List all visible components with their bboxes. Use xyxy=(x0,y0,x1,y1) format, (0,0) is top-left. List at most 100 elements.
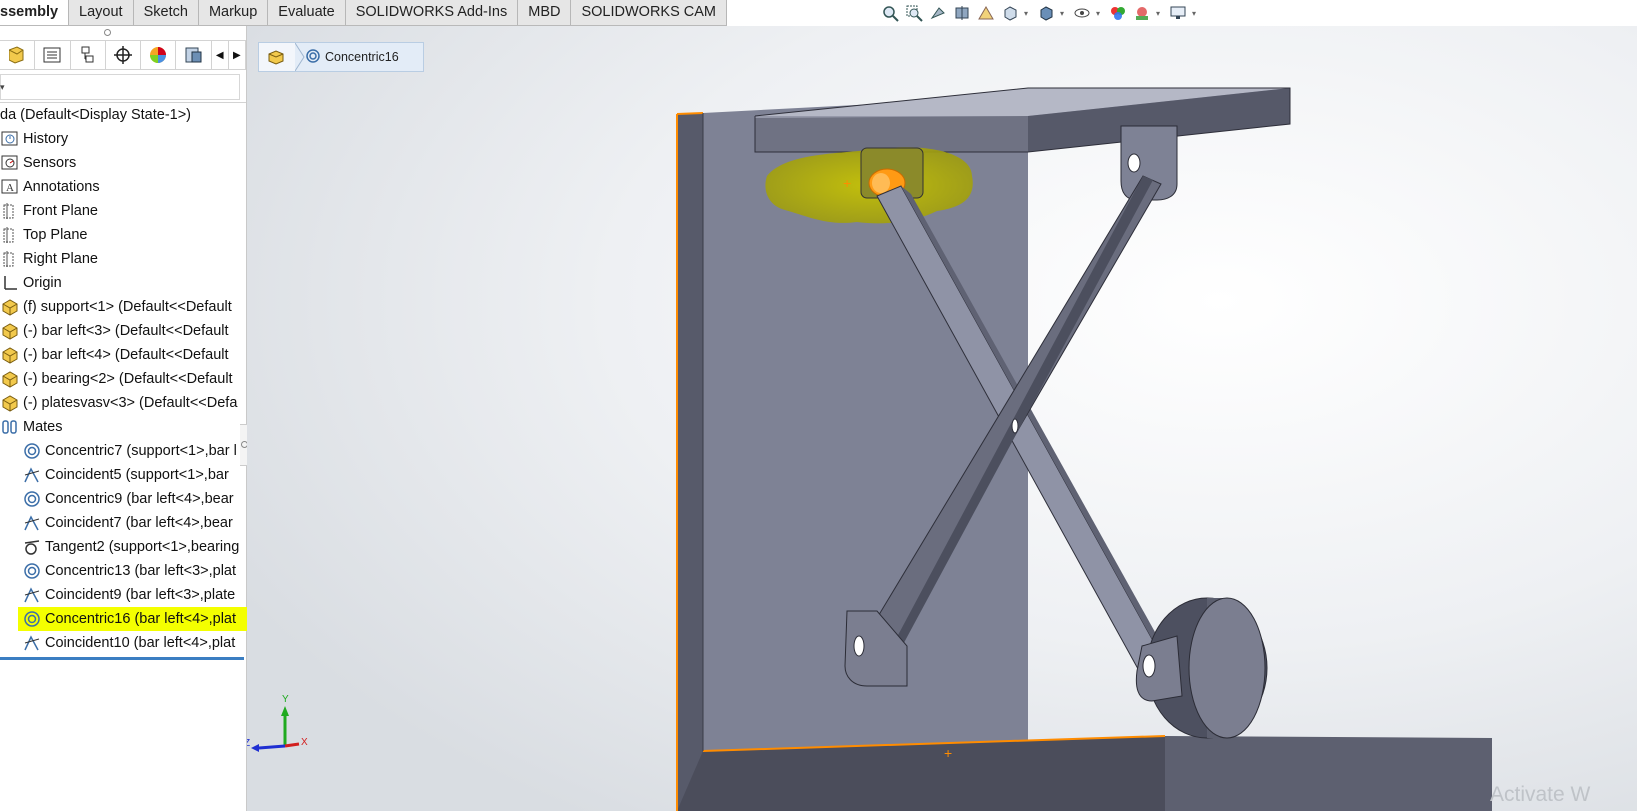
tab-evaluate[interactable]: Evaluate xyxy=(268,0,346,25)
previous-view-icon[interactable] xyxy=(928,3,948,23)
filter-input[interactable] xyxy=(0,74,240,100)
dimxpert-icon[interactable] xyxy=(106,41,142,69)
tree-item[interactable]: (-) platesvasv<3> (Default<<Defa xyxy=(0,391,246,415)
assembly-icon[interactable] xyxy=(259,43,295,71)
command-manager-tabs: ssembly Layout Sketch Markup Evaluate SOLIDWO… xyxy=(0,0,728,26)
apply-scene-dropdown-icon[interactable]: ▾ xyxy=(1156,9,1164,18)
tree-item[interactable]: A Annotations xyxy=(0,175,246,199)
scroll-right-icon[interactable]: ▶ xyxy=(229,41,246,69)
tab-layout[interactable]: Layout xyxy=(69,0,134,25)
tree-item[interactable]: History xyxy=(0,127,246,151)
tangent-icon xyxy=(22,537,42,557)
display-style-dropdown-icon[interactable]: ▾ xyxy=(1060,9,1068,18)
feature-tree: da (Default<Display State-1>) History Sens… xyxy=(0,103,264,660)
tree-item[interactable]: Right Plane xyxy=(0,247,246,271)
concentric-icon xyxy=(22,489,42,509)
tree-item-label: Mates xyxy=(23,419,63,435)
view-orientation-icon[interactable] xyxy=(1000,3,1020,23)
tree-item-label: Right Plane xyxy=(23,251,98,267)
property-manager-icon[interactable] xyxy=(35,41,71,69)
tree-item-label: Concentric9 (bar left<4>,bear xyxy=(45,491,234,507)
concentric-icon xyxy=(305,48,321,67)
mate-item[interactable]: Concentric9 (bar left<4>,bear xyxy=(0,487,268,511)
plane-icon xyxy=(0,225,20,245)
coincident-icon xyxy=(22,465,42,485)
tree-item-label: Concentric7 (support<1>,bar l xyxy=(45,443,237,459)
tab-sketch[interactable]: Sketch xyxy=(134,0,199,25)
selection-breadcrumb[interactable]: Concentric16 xyxy=(258,42,424,72)
mate-item[interactable]: Coincident10 (bar left<4>,plat xyxy=(0,631,268,655)
svg-text:A: A xyxy=(6,182,14,194)
featuremanager-tree-icon[interactable] xyxy=(0,41,36,69)
mate-item[interactable]: Coincident7 (bar left<4>,bear xyxy=(0,511,268,535)
view-settings-icon[interactable] xyxy=(1168,3,1188,23)
dynamic-annotation-icon[interactable] xyxy=(976,3,996,23)
tab-solidworks-add-ins[interactable]: SOLIDWORKS Add-Ins xyxy=(346,0,519,25)
mates-icon xyxy=(0,417,20,437)
tree-item-label: Top Plane xyxy=(23,227,88,243)
section-view-icon[interactable] xyxy=(952,3,972,23)
selected-mate-item[interactable]: Concentric16 (bar left<4>,plat xyxy=(18,607,264,631)
apply-scene-icon[interactable] xyxy=(1132,3,1152,23)
mate-item[interactable]: Coincident5 (support<1>,bar xyxy=(0,463,268,487)
tree-item-label: Origin xyxy=(23,275,62,291)
filter-dropdown-icon[interactable]: ▾ xyxy=(0,82,5,93)
tab-mbd[interactable]: MBD xyxy=(518,0,572,25)
view-settings-dropdown-icon[interactable]: ▾ xyxy=(1192,9,1200,18)
edit-appearance-icon[interactable] xyxy=(1108,3,1128,23)
concentric-icon xyxy=(22,441,42,461)
tab-ssembly[interactable]: ssembly xyxy=(0,0,70,25)
zoom-to-area-icon[interactable] xyxy=(904,3,924,23)
display-manager-icon[interactable] xyxy=(141,41,177,69)
breadcrumb-separator-icon xyxy=(294,42,305,72)
plane-icon xyxy=(0,249,20,269)
panel-splitter[interactable] xyxy=(0,26,246,40)
zoom-to-fit-icon[interactable] xyxy=(880,3,900,23)
hide-show-icon[interactable] xyxy=(1072,3,1092,23)
tree-item[interactable]: (-) bar left<4> (Default<<Default xyxy=(0,343,246,367)
part-icon xyxy=(0,321,20,341)
configuration-manager-icon[interactable] xyxy=(71,41,106,69)
scroll-left-icon[interactable]: ◀ xyxy=(212,41,229,69)
tree-item-label: Tangent2 (support<1>,bearing xyxy=(45,539,240,555)
coincident-icon xyxy=(22,585,42,605)
mate-item[interactable]: Tangent2 (support<1>,bearing xyxy=(0,535,268,559)
triad-x-label: X xyxy=(301,737,308,748)
display-style-icon[interactable] xyxy=(1036,3,1056,23)
graphics-viewport[interactable]: + + Y X Z xyxy=(247,26,1637,811)
tab-solidworks-cam[interactable]: SOLIDWORKS CAM xyxy=(571,0,728,25)
mate-item[interactable]: Concentric7 (support<1>,bar l xyxy=(0,439,268,463)
featuremanager-tabs: ◀ ▶ xyxy=(0,40,246,70)
svg-text:+: + xyxy=(843,175,851,191)
part-icon xyxy=(0,393,20,413)
svg-text:+: + xyxy=(944,745,952,761)
tree-item-label: Coincident7 (bar left<4>,bear xyxy=(45,515,233,531)
hide-show-dropdown-icon[interactable]: ▾ xyxy=(1096,9,1104,18)
tree-item-label: Coincident5 (support<1>,bar xyxy=(45,467,229,483)
tree-item[interactable]: (-) bar left<3> (Default<<Default xyxy=(0,319,246,343)
tree-filter[interactable]: ▾ xyxy=(0,70,246,103)
tree-item[interactable]: (-) bearing<2> (Default<<Default xyxy=(0,367,246,391)
tree-end-marker xyxy=(0,657,244,660)
tree-item[interactable]: Front Plane xyxy=(0,199,246,223)
sensors-icon xyxy=(0,153,20,173)
tree-item[interactable]: Origin xyxy=(0,271,246,295)
coincident-icon xyxy=(22,513,42,533)
tree-item[interactable]: Mates xyxy=(0,415,246,439)
tree-item[interactable]: Top Plane xyxy=(0,223,246,247)
concentric-icon xyxy=(22,561,42,581)
view-orientation-dropdown-icon[interactable]: ▾ xyxy=(1024,9,1032,18)
tree-item[interactable]: Sensors xyxy=(0,151,246,175)
mate-item[interactable]: Concentric13 (bar left<3>,plat xyxy=(0,559,268,583)
cam-manager-icon[interactable] xyxy=(176,41,212,69)
breadcrumb-label[interactable]: Concentric16 xyxy=(325,50,399,64)
featuremanager-panel: ◀ ▶ ▾ da (Default<Display State-1>) Histo… xyxy=(0,26,264,811)
mate-item[interactable]: Coincident9 (bar left<3>,plate xyxy=(0,583,268,607)
tree-root-assembly[interactable]: da (Default<Display State-1>) xyxy=(0,103,246,127)
tree-item-label: Coincident10 (bar left<4>,plat xyxy=(45,635,236,651)
tree-item-label: (-) bar left<3> (Default<<Default xyxy=(23,323,229,339)
plane-icon xyxy=(0,201,20,221)
tree-item[interactable]: (f) support<1> (Default<<Default xyxy=(0,295,246,319)
tree-item-label: (-) platesvasv<3> (Default<<Defa xyxy=(23,395,238,411)
tab-markup[interactable]: Markup xyxy=(199,0,269,25)
